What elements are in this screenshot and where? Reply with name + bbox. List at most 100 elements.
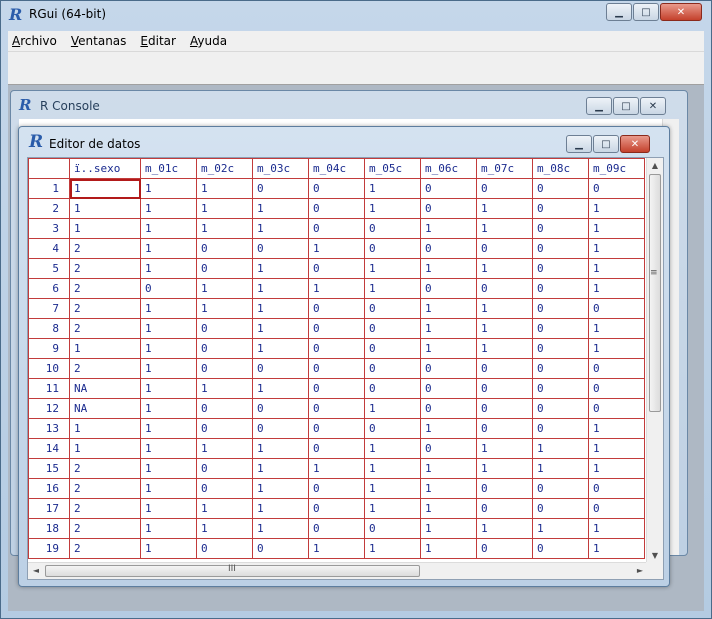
data-cell[interactable]: 0 xyxy=(420,398,477,419)
data-cell[interactable]: 1 xyxy=(532,458,589,479)
close-button[interactable]: ✕ xyxy=(660,3,702,21)
data-cell[interactable]: 1 xyxy=(420,338,477,359)
data-cell[interactable]: 2 xyxy=(69,238,141,259)
data-cell[interactable]: 0 xyxy=(532,258,589,279)
data-cell[interactable]: 1 xyxy=(252,298,309,319)
data-cell[interactable]: 0 xyxy=(308,318,365,339)
data-cell[interactable]: 1 xyxy=(476,458,533,479)
data-cell[interactable]: 1 xyxy=(252,338,309,359)
data-cell[interactable]: 0 xyxy=(364,318,421,339)
data-cell[interactable]: 1 xyxy=(252,498,309,519)
data-cell[interactable]: 0 xyxy=(476,418,533,439)
data-cell[interactable]: 1 xyxy=(196,518,253,539)
data-cell[interactable]: 1 xyxy=(420,498,477,519)
data-cell[interactable]: 0 xyxy=(308,378,365,399)
menu-ayuda[interactable]: Ayuda xyxy=(190,34,227,48)
data-cell[interactable]: 0 xyxy=(532,198,589,219)
data-cell[interactable]: 2 xyxy=(69,298,141,319)
data-cell[interactable]: 1 xyxy=(420,518,477,539)
data-cell[interactable]: 0 xyxy=(420,238,477,259)
data-cell[interactable]: 1 xyxy=(252,438,309,459)
data-cell[interactable]: 1 xyxy=(420,258,477,279)
scroll-left-icon[interactable]: ◄ xyxy=(28,563,44,579)
data-cell[interactable]: 0 xyxy=(532,338,589,359)
data-cell[interactable]: 0 xyxy=(252,178,309,199)
data-cell[interactable]: 1 xyxy=(420,418,477,439)
data-cell[interactable]: 0 xyxy=(420,378,477,399)
row-number[interactable]: 15 xyxy=(28,458,70,479)
data-cell[interactable]: 1 xyxy=(140,378,197,399)
data-cell[interactable]: 1 xyxy=(140,478,197,499)
data-cell[interactable]: 1 xyxy=(420,458,477,479)
console-minimize-button[interactable]: ▁ xyxy=(586,97,612,115)
menu-ventanas[interactable]: Ventanas xyxy=(71,34,127,48)
data-cell[interactable]: 1 xyxy=(476,518,533,539)
vertical-scrollbar[interactable]: ▲ ≡ ▼ xyxy=(646,158,663,564)
data-cell[interactable]: 0 xyxy=(532,478,589,499)
data-cell[interactable]: 1 xyxy=(196,438,253,459)
row-number[interactable]: 17 xyxy=(28,498,70,519)
data-cell[interactable]: 0 xyxy=(196,538,253,559)
data-cell[interactable]: 0 xyxy=(196,418,253,439)
data-cell[interactable]: 0 xyxy=(252,358,309,379)
data-cell[interactable]: 1 xyxy=(140,538,197,559)
data-cell[interactable]: 1 xyxy=(140,398,197,419)
column-header[interactable]: m_06c xyxy=(420,158,477,179)
data-cell[interactable]: 1 xyxy=(140,518,197,539)
row-number[interactable]: 5 xyxy=(28,258,70,279)
column-header[interactable]: m_09c xyxy=(588,158,645,179)
data-cell[interactable]: 1 xyxy=(476,298,533,319)
data-cell[interactable]: 1 xyxy=(140,318,197,339)
data-cell[interactable]: 1 xyxy=(308,238,365,259)
data-cell[interactable]: 0 xyxy=(308,478,365,499)
data-cell[interactable]: 0 xyxy=(364,238,421,259)
data-cell[interactable]: 1 xyxy=(364,458,421,479)
data-cell[interactable]: 1 xyxy=(140,298,197,319)
data-cell[interactable]: 1 xyxy=(140,238,197,259)
data-cell[interactable]: 0 xyxy=(364,518,421,539)
row-number[interactable]: 18 xyxy=(28,518,70,539)
data-cell[interactable]: 0 xyxy=(532,218,589,239)
data-cell[interactable]: 0 xyxy=(532,318,589,339)
data-cell[interactable]: 0 xyxy=(196,238,253,259)
data-cell[interactable]: 0 xyxy=(588,398,645,419)
data-cell[interactable]: 0 xyxy=(588,498,645,519)
data-cell[interactable]: 1 xyxy=(196,278,253,299)
data-cell[interactable]: 1 xyxy=(364,398,421,419)
data-cell[interactable]: 1 xyxy=(364,258,421,279)
data-cell[interactable]: 1 xyxy=(252,318,309,339)
data-cell[interactable]: 0 xyxy=(588,378,645,399)
menu-archivo[interactable]: Archivo xyxy=(12,34,57,48)
data-cell[interactable]: 1 xyxy=(252,378,309,399)
data-cell[interactable]: 1 xyxy=(588,318,645,339)
data-cell[interactable]: 0 xyxy=(420,438,477,459)
data-cell[interactable]: 1 xyxy=(69,438,141,459)
data-cell[interactable]: 1 xyxy=(476,318,533,339)
menu-editar[interactable]: Editar xyxy=(140,34,176,48)
data-cell[interactable]: 1 xyxy=(196,378,253,399)
data-cell[interactable]: 1 xyxy=(196,498,253,519)
data-cell[interactable]: 1 xyxy=(196,178,253,199)
data-cell[interactable]: 1 xyxy=(69,418,141,439)
active-cell[interactable]: 1 xyxy=(69,178,141,199)
row-number[interactable]: 7 xyxy=(28,298,70,319)
data-cell[interactable]: 2 xyxy=(69,458,141,479)
data-cell[interactable]: 1 xyxy=(252,518,309,539)
data-cell[interactable]: 0 xyxy=(308,178,365,199)
data-cell[interactable]: 0 xyxy=(252,418,309,439)
data-cell[interactable]: 2 xyxy=(69,358,141,379)
vertical-scroll-thumb[interactable] xyxy=(649,174,661,412)
data-cell[interactable]: 0 xyxy=(364,418,421,439)
column-header[interactable]: m_01c xyxy=(140,158,197,179)
data-cell[interactable]: 1 xyxy=(588,238,645,259)
row-number[interactable]: 10 xyxy=(28,358,70,379)
data-cell[interactable]: 0 xyxy=(420,178,477,199)
data-cell[interactable]: 0 xyxy=(364,218,421,239)
data-cell[interactable]: 1 xyxy=(364,278,421,299)
row-number[interactable]: 9 xyxy=(28,338,70,359)
row-number[interactable]: 19 xyxy=(28,538,70,559)
data-cell[interactable]: 1 xyxy=(588,278,645,299)
data-cell[interactable]: 0 xyxy=(476,478,533,499)
data-cell[interactable]: 0 xyxy=(588,358,645,379)
data-cell[interactable]: 2 xyxy=(69,518,141,539)
